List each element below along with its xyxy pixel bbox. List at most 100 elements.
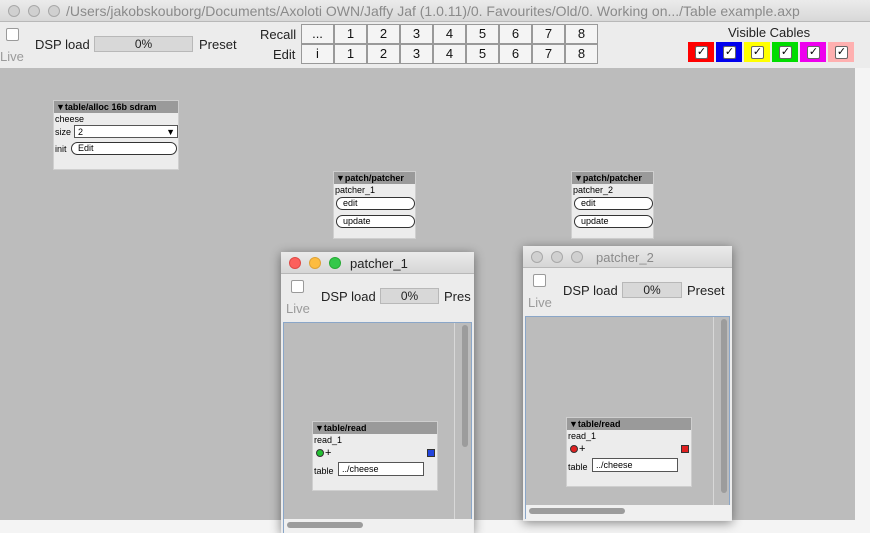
collapse-icon[interactable]: ▼: [315, 423, 324, 433]
horizontal-scrollbar-thumb[interactable]: [287, 522, 363, 528]
table-read-object[interactable]: ▼table/read read_1 + table ../cheese: [566, 417, 692, 487]
live-checkbox[interactable]: [6, 28, 19, 41]
object-instance-name: patcher_2: [573, 185, 614, 195]
minimize-window-button[interactable]: [28, 5, 40, 17]
chevron-down-icon: ▼: [166, 127, 175, 137]
edit-button-info[interactable]: i: [301, 44, 334, 64]
scrollbar-divider: [713, 317, 714, 520]
object-header[interactable]: ▼patch/patcher: [572, 172, 653, 184]
table-alloc-object[interactable]: ▼table/alloc 16b sdram cheese size 2 ▼ i…: [53, 100, 179, 170]
patcher-edit-button[interactable]: edit: [574, 197, 653, 210]
window-title: /Users/jakobskouborg/Documents/Axoloti O…: [66, 3, 800, 19]
patcher-update-button[interactable]: update: [574, 215, 653, 228]
object-header[interactable]: ▼table/read: [567, 418, 691, 430]
visible-cables-label: Visible Cables: [728, 25, 811, 40]
cable-toggle-blue[interactable]: ✓: [716, 42, 742, 62]
init-edit-button[interactable]: Edit: [71, 142, 177, 155]
live-label: Live: [286, 301, 310, 316]
inlet-icon[interactable]: [570, 445, 578, 453]
live-checkbox[interactable]: [533, 274, 546, 287]
cable-toggle-green[interactable]: ✓: [772, 42, 798, 62]
collapse-icon[interactable]: ▼: [569, 419, 578, 429]
recall-button-1[interactable]: 1: [334, 24, 367, 44]
table-name-field[interactable]: ../cheese: [338, 462, 424, 476]
edit-button-1[interactable]: 1: [334, 44, 367, 64]
cable-toggle-red[interactable]: ✓: [688, 42, 714, 62]
edit-button-3[interactable]: 3: [400, 44, 433, 64]
object-instance-name: read_1: [568, 431, 597, 441]
cable-toggle-purple[interactable]: ✓: [800, 42, 826, 62]
edit-button-8[interactable]: 8: [565, 44, 598, 64]
main-titlebar[interactable]: /Users/jakobskouborg/Documents/Axoloti O…: [0, 0, 870, 22]
close-window-button[interactable]: [289, 257, 301, 269]
dsp-load-meter: 0%: [622, 282, 682, 298]
recall-button-7[interactable]: 7: [532, 24, 565, 44]
close-window-button[interactable]: [531, 251, 543, 263]
live-label: Live: [528, 295, 552, 310]
minimize-window-button[interactable]: [309, 257, 321, 269]
patcher-2-object[interactable]: ▼patch/patcher patcher_2 edit update: [571, 171, 654, 239]
close-window-button[interactable]: [8, 5, 20, 17]
dsp-load-meter: 0%: [94, 36, 193, 52]
canvas-vertical-scrollbar[interactable]: [855, 68, 870, 520]
table-read-object[interactable]: ▼table/read read_1 + table ../cheese: [312, 421, 438, 491]
zoom-window-button[interactable]: [48, 5, 60, 17]
subwindow-titlebar[interactable]: patcher_2: [523, 246, 732, 268]
table-label: table: [568, 462, 588, 472]
edit-button-4[interactable]: 4: [433, 44, 466, 64]
collapse-icon[interactable]: ▼: [574, 173, 583, 183]
cable-check-icon: ✓: [835, 46, 848, 59]
subwindow-canvas[interactable]: ▼table/read read_1 + table ../cheese: [283, 322, 473, 533]
cable-check-icon: ✓: [751, 46, 764, 59]
toolbar: Live DSP load 0% Preset Recall Edit ... …: [0, 22, 870, 68]
horizontal-scrollbar-thumb[interactable]: [529, 508, 625, 514]
subwindow-titlebar[interactable]: patcher_1: [281, 252, 474, 274]
recall-button-4[interactable]: 4: [433, 24, 466, 44]
table-name-field[interactable]: ../cheese: [592, 458, 678, 472]
cable-toggle-pink[interactable]: ✓: [828, 42, 854, 62]
object-header[interactable]: ▼table/alloc 16b sdram: [54, 101, 178, 113]
recall-label: Recall: [260, 27, 297, 42]
recall-button-more[interactable]: ...: [301, 24, 334, 44]
live-checkbox[interactable]: [291, 280, 304, 293]
subwindow-canvas[interactable]: ▼table/read read_1 + table ../cheese: [525, 316, 731, 520]
dsp-load-meter: 0%: [380, 288, 439, 304]
collapse-icon[interactable]: ▼: [336, 173, 345, 183]
object-header[interactable]: ▼patch/patcher: [334, 172, 415, 184]
size-label: size: [55, 127, 72, 137]
recall-button-8[interactable]: 8: [565, 24, 598, 44]
size-dropdown[interactable]: 2 ▼: [74, 125, 178, 138]
patcher-1-object[interactable]: ▼patch/patcher patcher_1 edit update: [333, 171, 416, 239]
cable-check-icon: ✓: [807, 46, 820, 59]
inlet-icon[interactable]: [316, 449, 324, 457]
recall-button-2[interactable]: 2: [367, 24, 400, 44]
object-instance-name: patcher_1: [335, 185, 376, 195]
outlet-icon[interactable]: [681, 445, 689, 453]
patcher-2-window[interactable]: patcher_2 Live DSP load 0% Preset ▼table…: [523, 246, 732, 521]
edit-button-2[interactable]: 2: [367, 44, 400, 64]
patcher-edit-button[interactable]: edit: [336, 197, 415, 210]
vertical-scrollbar-thumb[interactable]: [462, 325, 468, 447]
cable-toggle-yellow[interactable]: ✓: [744, 42, 770, 62]
dsp-load-label: DSP load: [35, 37, 90, 52]
patcher-update-button[interactable]: update: [336, 215, 415, 228]
recall-button-6[interactable]: 6: [499, 24, 532, 44]
collapse-icon[interactable]: ▼: [56, 102, 65, 112]
edit-button-6[interactable]: 6: [499, 44, 532, 64]
zoom-window-button[interactable]: [571, 251, 583, 263]
object-type: patch/patcher: [582, 173, 642, 183]
horizontal-scrollbar[interactable]: [284, 519, 473, 533]
vertical-scrollbar-thumb[interactable]: [721, 319, 727, 493]
patcher-1-window[interactable]: patcher_1 Live DSP load 0% Pres ▼table/r…: [281, 252, 474, 533]
recall-button-3[interactable]: 3: [400, 24, 433, 44]
plus-label: +: [579, 443, 586, 455]
zoom-window-button[interactable]: [329, 257, 341, 269]
object-header[interactable]: ▼table/read: [313, 422, 437, 434]
edit-button-7[interactable]: 7: [532, 44, 565, 64]
object-type: table/read: [577, 419, 621, 429]
edit-button-5[interactable]: 5: [466, 44, 499, 64]
recall-button-5[interactable]: 5: [466, 24, 499, 44]
horizontal-scrollbar[interactable]: [526, 505, 731, 520]
outlet-icon[interactable]: [427, 449, 435, 457]
minimize-window-button[interactable]: [551, 251, 563, 263]
